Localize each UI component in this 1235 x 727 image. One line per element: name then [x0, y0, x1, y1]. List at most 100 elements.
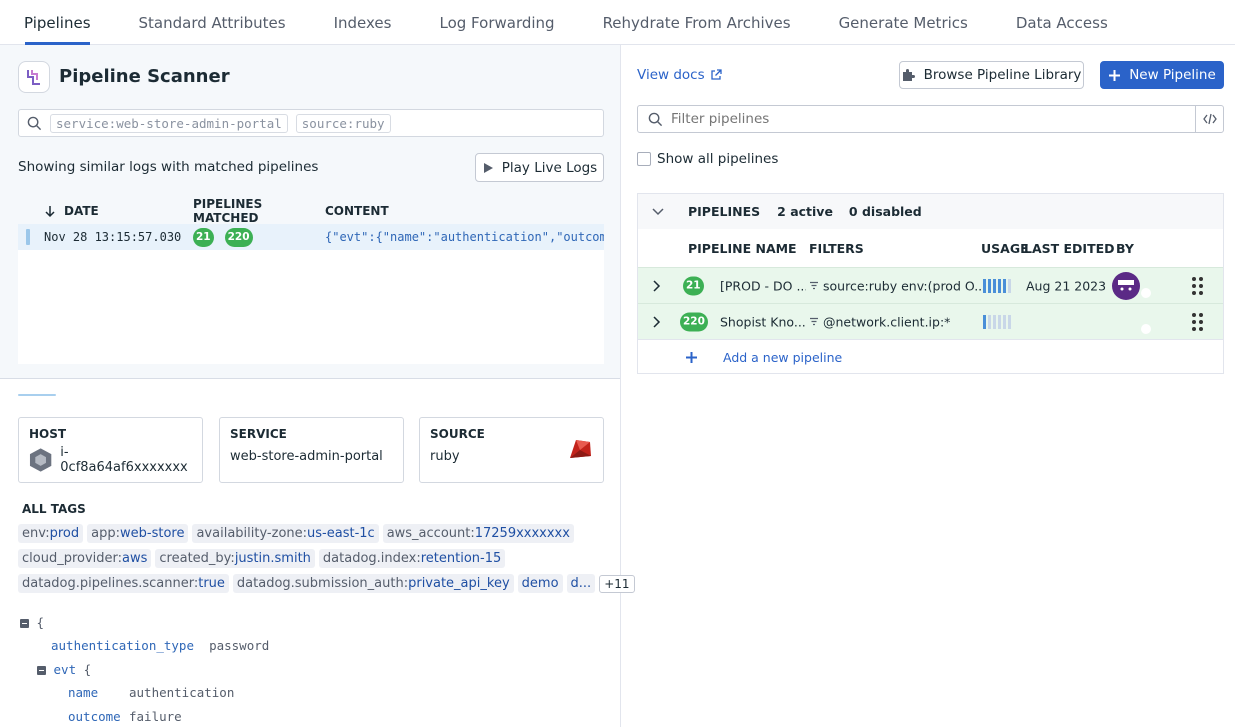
view-docs-link[interactable]: View docs [637, 67, 722, 83]
tab-label: Rehydrate From Archives [602, 13, 791, 32]
pipeline-scanner-panel: Pipeline Scanner service:web-store-admin… [0, 45, 635, 727]
sort-down-icon[interactable] [44, 205, 56, 218]
service-value[interactable]: web-store-admin-portal [230, 449, 393, 464]
scanner-query-input[interactable]: service:web-store-admin-portal source:ru… [18, 109, 604, 137]
drag-handle-icon[interactable] [1192, 312, 1203, 331]
plus-icon [1109, 69, 1121, 81]
button-label: New Pipeline [1129, 67, 1216, 83]
show-all-pipelines[interactable]: Show all pipelines [637, 151, 778, 167]
query-chip[interactable]: source:ruby [295, 113, 391, 133]
date-column-header[interactable]: DATE [64, 204, 193, 218]
tag[interactable]: datadog.index:retention-15 [318, 549, 506, 568]
scroll-indicator [18, 394, 56, 396]
pipeline-badge: 21 [683, 276, 704, 295]
tab-indexes[interactable]: Indexes [310, 0, 416, 45]
tab-data-access[interactable]: Data Access [992, 0, 1132, 45]
host-value[interactable]: i-0cf8a64af6xxxxxxx [60, 445, 192, 475]
tag[interactable]: cloud_provider:aws [18, 549, 152, 568]
tag[interactable]: d... [566, 574, 596, 593]
collapse-icon[interactable] [37, 666, 46, 675]
column-by: BY [1116, 240, 1134, 256]
checkbox-label: Show all pipelines [657, 151, 779, 167]
code-view-button[interactable] [1195, 106, 1223, 132]
pipelines-columns: PIPELINE NAME FILTERS USAGE LAST EDITED … [638, 229, 1223, 267]
log-row[interactable]: Nov 28 13:15:57.030 21 220 {"evt":{"name… [18, 224, 604, 250]
filter-pipelines-input[interactable] [671, 111, 1195, 127]
tab-pipelines[interactable]: Pipelines [0, 0, 115, 45]
pipeline-row[interactable]: 220 Shopist Kno... @network.client.ip:* [638, 303, 1223, 339]
avatar-icon [1118, 279, 1134, 290]
puzzle-icon [902, 69, 915, 81]
log-date: Nov 28 13:15:57.030 [44, 230, 182, 244]
chevron-down-icon[interactable] [652, 207, 664, 216]
usage-bars [983, 278, 1011, 293]
query-chip[interactable]: service:web-store-admin-portal [50, 113, 288, 133]
filter-text: @network.client.ip:* [823, 314, 951, 329]
json-line: { [20, 615, 44, 630]
show-all-checkbox[interactable] [637, 152, 651, 166]
add-pipeline-link[interactable]: Add a new pipeline [723, 350, 842, 365]
chevron-right-icon[interactable] [653, 315, 661, 328]
pipeline-badge: 220 [224, 227, 253, 247]
column-last-edited: LAST EDITED [1024, 240, 1115, 256]
tab-log-forwarding[interactable]: Log Forwarding [415, 0, 578, 45]
json-key: evt [53, 662, 77, 677]
tag[interactable]: datadog.submission_auth:private_api_key [232, 574, 514, 593]
tag[interactable]: aws_account:17259xxxxxxx [382, 524, 574, 543]
add-pipeline-row[interactable]: Add a new pipeline [638, 339, 1223, 375]
json-value: authentication [129, 685, 235, 700]
active-count: 2 active [777, 204, 833, 219]
usage-bar [1008, 314, 1011, 329]
page-title: Pipeline Scanner [59, 66, 230, 87]
tab-bar: Pipelines Standard Attributes Indexes Lo… [0, 0, 1235, 45]
tag-row: datadog.pipelines.scanner:true datadog.s… [18, 574, 635, 593]
tab-label: Standard Attributes [138, 13, 286, 32]
new-pipeline-button[interactable]: New Pipeline [1100, 61, 1224, 89]
service-label: SERVICE [230, 427, 287, 441]
tab-standard-attributes[interactable]: Standard Attributes [115, 0, 310, 45]
pipeline-name[interactable]: [PROD - DO ... [720, 278, 806, 293]
link-label: View docs [637, 67, 705, 83]
collapse-icon[interactable] [20, 619, 29, 628]
host-label: HOST [29, 427, 67, 441]
tag-value: private_api_key [408, 576, 510, 591]
usage-bar [993, 278, 996, 293]
last-edited: Aug 21 2023 [1026, 278, 1107, 293]
tag-value: d... [570, 576, 592, 591]
tag[interactable]: datadog.pipelines.scanner:true [18, 574, 229, 593]
drag-handle-icon[interactable] [1192, 276, 1203, 295]
column-pipeline-name: PIPELINE NAME [688, 240, 797, 256]
pipeline-badge: 21 [193, 227, 214, 247]
tag[interactable]: created_by:justin.smith [155, 549, 315, 568]
scanner-top: Pipeline Scanner service:web-store-admin… [0, 45, 620, 379]
disabled-count: 0 disabled [848, 204, 922, 219]
tag[interactable]: env:prod [18, 524, 84, 543]
tag-key: env: [22, 526, 50, 541]
chevron-right-icon[interactable] [653, 279, 661, 292]
plus-icon [686, 352, 697, 363]
status-bar [26, 229, 30, 245]
tag-value: 17259xxxxxxx [474, 526, 570, 541]
json-key: outcome [68, 709, 121, 724]
usage-bar [988, 314, 991, 329]
pipeline-row[interactable]: 21 [PROD - DO ... source:ruby env:(prod … [638, 267, 1223, 303]
json-value: password [209, 638, 270, 653]
json-key: name [68, 685, 99, 700]
search-icon [648, 112, 663, 126]
tag-key: app: [91, 526, 120, 541]
tag[interactable]: demo [517, 574, 563, 593]
avatar [1112, 271, 1140, 300]
json-line: evt { [37, 662, 91, 677]
source-card: SOURCE ruby [419, 417, 604, 483]
tab-rehydrate[interactable]: Rehydrate From Archives [579, 0, 815, 45]
tab-generate-metrics[interactable]: Generate Metrics [815, 0, 992, 45]
tag[interactable]: availability-zone:us-east-1c [192, 524, 379, 543]
tag[interactable]: app:web-store [87, 524, 189, 543]
play-live-logs-button[interactable]: Play Live Logs [475, 153, 604, 182]
pipeline-name[interactable]: Shopist Kno... [720, 314, 806, 329]
usage-bar [1003, 314, 1006, 329]
browse-library-button[interactable]: Browse Pipeline Library [899, 61, 1084, 89]
filter-text: source:ruby env:(prod O... [823, 278, 987, 293]
pipeline-filter: source:ruby env:(prod O... [809, 278, 986, 293]
external-link-icon [710, 69, 722, 80]
